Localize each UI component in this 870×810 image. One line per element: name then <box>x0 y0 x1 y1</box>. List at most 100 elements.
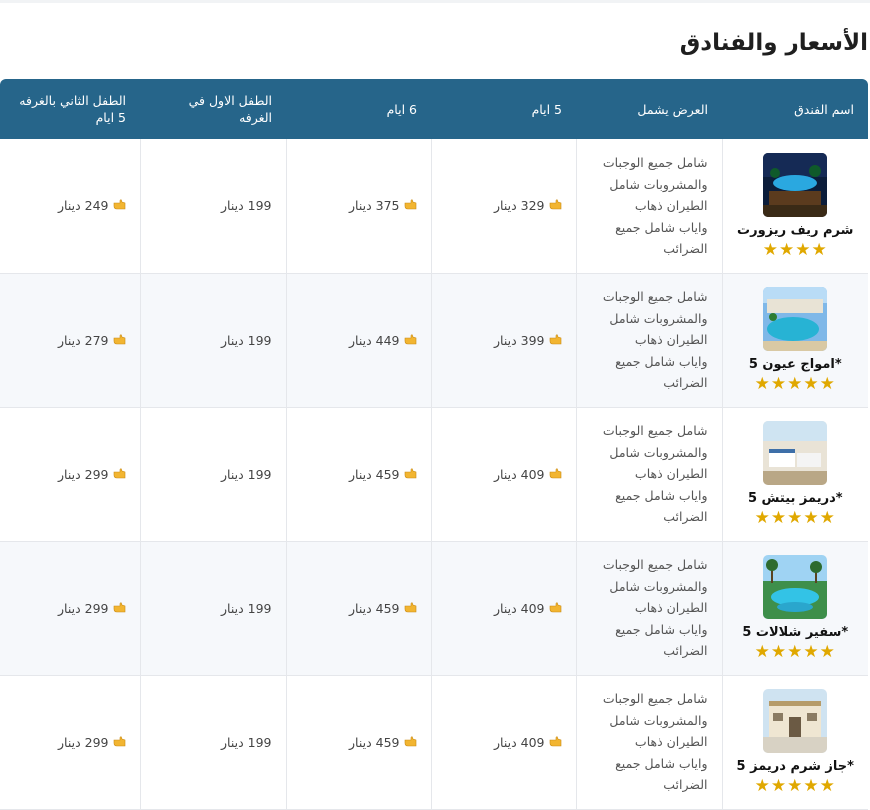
hotel-cell: شرم ريف ريزورت ★★★★ <box>721 139 868 274</box>
hotel-name[interactable]: *جاز شرم دريمز 5 <box>727 759 865 774</box>
price-value: 249 دينار <box>58 198 109 214</box>
price-value: 459 دينار <box>349 734 400 750</box>
header-6-days: 6 ايام <box>386 101 417 117</box>
offer-line: الضرائب <box>663 509 708 525</box>
price-wrap: 199 دينار <box>221 333 272 348</box>
offer-cell: شامل جميع الوجبات والمشروبات شامل الطيران … <box>575 675 722 810</box>
offer-line: الطيران ذهاب <box>634 332 708 348</box>
hotel-photo-icon[interactable] <box>763 287 828 351</box>
offer-line: شامل جميع الوجبات <box>602 155 708 170</box>
table-row: *امواج عيون 5 ★★★★★ شامل جميع الوجبات والمش… <box>0 273 868 408</box>
pointing-hand-icon <box>404 601 417 616</box>
offer-line: والمشروبات شامل <box>609 578 708 594</box>
price-wrap: 399 دينار <box>494 333 562 348</box>
offer-line: والمشروبات شامل <box>609 310 708 326</box>
offer-line: والمشروبات شامل <box>609 712 708 728</box>
star-rating: ★★★★★ <box>754 776 836 796</box>
price-6-days-cell: 375 دينار <box>285 139 431 274</box>
price-value: 299 دينار <box>58 734 109 750</box>
price-wrap: 329 دينار <box>494 198 562 213</box>
second-child-price-cell: 299 دينار <box>0 407 140 542</box>
offer-line: واياب شامل جميع <box>615 353 708 369</box>
price-value: 199 دينار <box>221 600 272 616</box>
price-value: 459 دينار <box>349 600 400 616</box>
first-child-price-cell: 199 دينار <box>139 407 286 542</box>
pointing-hand-icon <box>113 333 126 348</box>
price-wrap: 459 دينار <box>349 735 417 750</box>
price-value: 409 دينار <box>494 466 545 482</box>
star-rating: ★★★★ <box>762 239 828 260</box>
pointing-hand-icon <box>113 601 126 616</box>
price-wrap: 375 دينار <box>349 198 417 213</box>
price-wrap: 299 دينار <box>58 601 126 616</box>
hotel-photo-icon[interactable] <box>763 555 828 619</box>
table-row: *دريمز بيتش 5 ★★★★★ شامل جميع الوجبات والمش… <box>0 407 868 542</box>
offer-line: الطيران ذهاب <box>634 198 708 213</box>
pointing-hand-icon <box>113 198 126 213</box>
hotel-name[interactable]: *دريمز بيتش 5 <box>727 491 865 506</box>
hotel-cell: *امواج عيون 5 ★★★★★ <box>721 273 868 408</box>
price-value: 199 دينار <box>221 332 272 348</box>
table-body: شرم ريف ريزورت ★★★★ شامل جميع الوجبات والمش… <box>0 139 868 810</box>
hotel-photo-icon[interactable] <box>763 421 828 485</box>
top-divider <box>0 0 870 3</box>
hotel-photo-icon[interactable] <box>763 689 828 753</box>
price-value: 459 دينار <box>349 466 400 482</box>
price-6-days-cell: 459 دينار <box>285 541 431 676</box>
header-5-days: 5 ايام <box>531 101 562 117</box>
second-child-price-cell: 249 دينار <box>0 139 140 274</box>
offer-line: الطيران ذهاب <box>634 466 708 482</box>
offer-line: الضرائب <box>663 375 708 391</box>
star-rating: ★★★★★ <box>754 508 836 528</box>
page-title: الأسعار والفنادق <box>679 30 868 56</box>
price-wrap: 249 دينار <box>58 198 126 213</box>
price-5-days-cell: 399 دينار <box>430 273 576 408</box>
second-child-price-cell: 299 دينار <box>0 541 140 676</box>
hotel-cell: *سفير شلالات 5 ★★★★★ <box>721 541 868 676</box>
price-value: 299 دينار <box>58 600 109 616</box>
pointing-hand-icon <box>404 198 417 213</box>
price-5-days-cell: 409 دينار <box>430 675 576 810</box>
offer-line: واياب شامل جميع <box>615 621 708 637</box>
offer-line: واياب شامل جميع <box>615 755 708 771</box>
header-second-child: الطفل الثاني بالغرفه 5 ايام <box>19 93 126 125</box>
offer-line: والمشروبات شامل <box>609 444 708 460</box>
star-rating: ★★★★★ <box>754 374 836 394</box>
pointing-hand-icon <box>113 467 126 482</box>
price-wrap: 409 دينار <box>494 601 562 616</box>
price-6-days-cell: 459 دينار <box>285 675 431 810</box>
header-offer-includes: العرض يشمل <box>637 101 708 117</box>
offer-cell: شامل جميع الوجبات والمشروبات شامل الطيران … <box>575 273 722 408</box>
second-child-price-cell: 299 دينار <box>0 675 140 810</box>
price-value: 299 دينار <box>58 466 109 482</box>
offer-line: الضرائب <box>663 777 708 793</box>
offer-line: شامل جميع الوجبات <box>602 557 708 573</box>
pointing-hand-icon <box>113 735 126 750</box>
pointing-hand-icon <box>549 467 562 482</box>
hotel-cell: *دريمز بيتش 5 ★★★★★ <box>721 407 868 542</box>
hotel-name[interactable]: شرم ريف ريزورت <box>727 223 865 238</box>
hotel-name[interactable]: *سفير شلالات 5 <box>727 625 865 640</box>
price-value: 199 دينار <box>221 466 272 482</box>
price-wrap: 459 دينار <box>349 467 417 482</box>
price-wrap: 409 دينار <box>494 467 562 482</box>
price-wrap: 199 دينار <box>221 601 272 616</box>
price-value: 409 دينار <box>494 734 545 750</box>
price-wrap: 279 دينار <box>58 333 126 348</box>
price-wrap: 199 دينار <box>221 198 272 213</box>
price-value: 329 دينار <box>494 198 545 214</box>
table-row: شرم ريف ريزورت ★★★★ شامل جميع الوجبات والمش… <box>0 139 868 274</box>
offer-line: شامل جميع الوجبات <box>602 289 708 305</box>
price-value: 449 دينار <box>349 332 400 348</box>
price-value: 199 دينار <box>221 734 272 750</box>
table-row: *جاز شرم دريمز 5 ★★★★★ شامل جميع الوجبات وا… <box>0 675 868 810</box>
price-6-days-cell: 449 دينار <box>285 273 431 408</box>
offer-cell: شامل جميع الوجبات والمشروبات شامل الطيران … <box>575 139 722 274</box>
hotel-name[interactable]: *امواج عيون 5 <box>727 357 865 372</box>
price-wrap: 199 دينار <box>221 467 272 482</box>
offer-cell: شامل جميع الوجبات والمشروبات شامل الطيران … <box>575 541 722 676</box>
header-first-child: الطفل الاول في الغرفه <box>188 93 272 125</box>
pointing-hand-icon <box>549 735 562 750</box>
offer-line: والمشروبات شامل <box>609 176 708 192</box>
hotel-photo-icon[interactable] <box>763 152 828 217</box>
